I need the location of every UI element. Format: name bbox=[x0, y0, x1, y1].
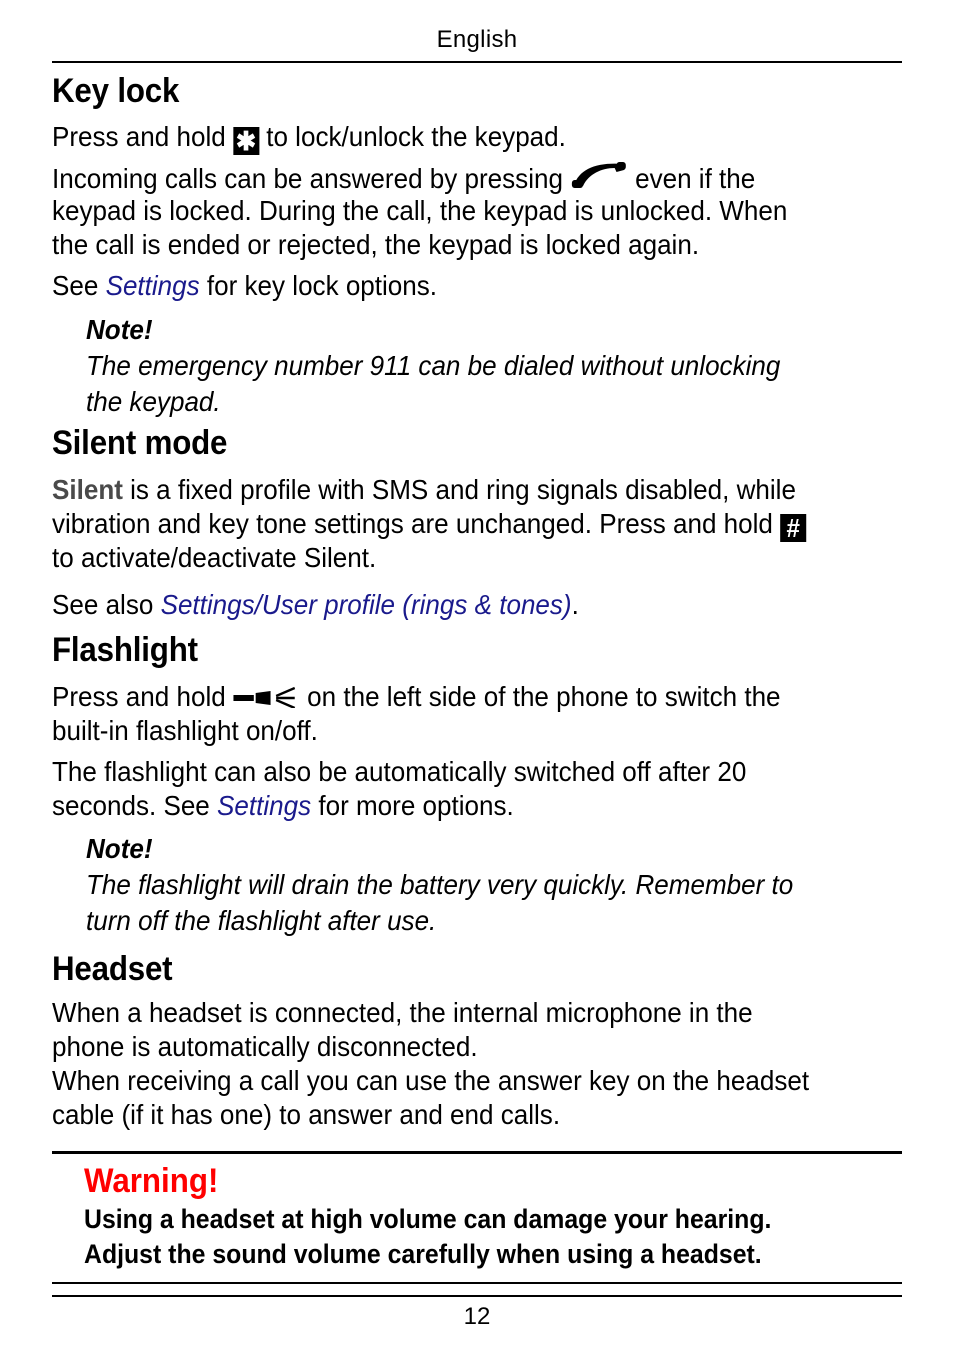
headset-line-3: When receiving a call you can use the an… bbox=[52, 1065, 810, 1096]
text: is a fixed profile with SMS and ring sig… bbox=[130, 474, 796, 505]
settings-link[interactable]: Settings bbox=[217, 790, 311, 821]
headset-line-4: cable (if it has one) to answer and end … bbox=[52, 1099, 561, 1130]
keylock-paragraph-1: Press and hold ✱ to lock/unlock the keyp… bbox=[52, 120, 566, 155]
star-key-icon: ✱ bbox=[232, 127, 259, 155]
text: See also bbox=[52, 589, 154, 620]
heading-silent-mode: Silent mode bbox=[52, 424, 228, 462]
text: . bbox=[571, 589, 579, 620]
silent-paragraph-1: Silent is a fixed profile with SMS and r… bbox=[52, 473, 796, 507]
note-line: The emergency number 911 can be dialed w… bbox=[86, 350, 781, 381]
hash-key-icon: # bbox=[780, 514, 807, 542]
keylock-paragraph-2: Incoming calls can be answered by pressi… bbox=[52, 160, 755, 198]
headset-line-1: When a headset is connected, the interna… bbox=[52, 997, 753, 1028]
text: to lock/unlock the keypad. bbox=[266, 121, 566, 152]
warning-line: Adjust the sound volume carefully when u… bbox=[84, 1239, 762, 1269]
text: for key lock options. bbox=[206, 270, 438, 301]
note-line: the keypad. bbox=[86, 386, 221, 417]
settings-link[interactable]: Settings bbox=[106, 270, 200, 301]
call-key-icon bbox=[570, 160, 628, 198]
heading-key-lock: Key lock bbox=[52, 72, 180, 110]
warning-line: Using a headset at high volume can damag… bbox=[84, 1204, 772, 1234]
warning-box: Warning! Using a headset at high volume … bbox=[52, 1151, 902, 1284]
text: Incoming calls can be answered by pressi… bbox=[52, 163, 563, 194]
text: seconds. See bbox=[52, 790, 210, 821]
flashlight-paragraph-2: The flashlight can also be automatically… bbox=[52, 756, 747, 787]
warning-title: Warning! bbox=[84, 1162, 219, 1200]
keylock-note: Note! The emergency number 911 can be di… bbox=[86, 312, 780, 420]
keylock-paragraph-2-line-3: the call is ended or rejected, the keypa… bbox=[52, 229, 700, 260]
flashlight-note: Note! The flashlight will drain the batt… bbox=[86, 831, 793, 939]
footer-rule bbox=[52, 1295, 902, 1297]
headset-line-2: phone is automatically disconnected. bbox=[52, 1031, 478, 1062]
flashlight-paragraph-2-line-2: seconds. See Settings for more options. bbox=[52, 789, 514, 823]
silent-paragraph-2: See also Settings/User profile (rings & … bbox=[52, 588, 579, 622]
silent-paragraph-1-line-2: vibration and key tone settings are unch… bbox=[52, 507, 807, 542]
flashlight-paragraph-1: Press and hold on the left side of the p… bbox=[52, 680, 781, 716]
flashlight-key-icon bbox=[232, 682, 300, 716]
note-title: Note! bbox=[86, 314, 153, 345]
text: on the left side of the phone to switch … bbox=[307, 681, 781, 712]
text: for more options. bbox=[318, 790, 514, 821]
page-number: 12 bbox=[463, 1303, 491, 1330]
text: Press and hold bbox=[52, 681, 226, 712]
keylock-paragraph-2-line-2: keypad is locked. During the call, the k… bbox=[52, 195, 788, 226]
note-line: turn off the flashlight after use. bbox=[86, 905, 437, 936]
user-profile-link[interactable]: Settings/User profile (rings & tones) bbox=[161, 589, 572, 620]
silent-paragraph-1-line-3: to activate/deactivate Silent. bbox=[52, 542, 377, 573]
text: vibration and key tone settings are unch… bbox=[52, 508, 773, 539]
heading-flashlight: Flashlight bbox=[52, 631, 198, 669]
keylock-paragraph-3: See Settings for key lock options. bbox=[52, 269, 437, 303]
running-head: English bbox=[436, 26, 518, 53]
note-title: Note! bbox=[86, 833, 153, 864]
note-line: The flashlight will drain the battery ve… bbox=[86, 869, 794, 900]
text: Press and hold bbox=[52, 121, 226, 152]
flashlight-paragraph-1-line-2: built-in flashlight on/off. bbox=[52, 715, 318, 746]
silent-term: Silent bbox=[52, 474, 123, 505]
warning-text: Using a headset at high volume can damag… bbox=[84, 1202, 771, 1272]
text: even if the bbox=[635, 163, 756, 194]
text: See bbox=[52, 270, 99, 301]
heading-headset: Headset bbox=[52, 950, 173, 988]
header-rule bbox=[52, 61, 902, 63]
